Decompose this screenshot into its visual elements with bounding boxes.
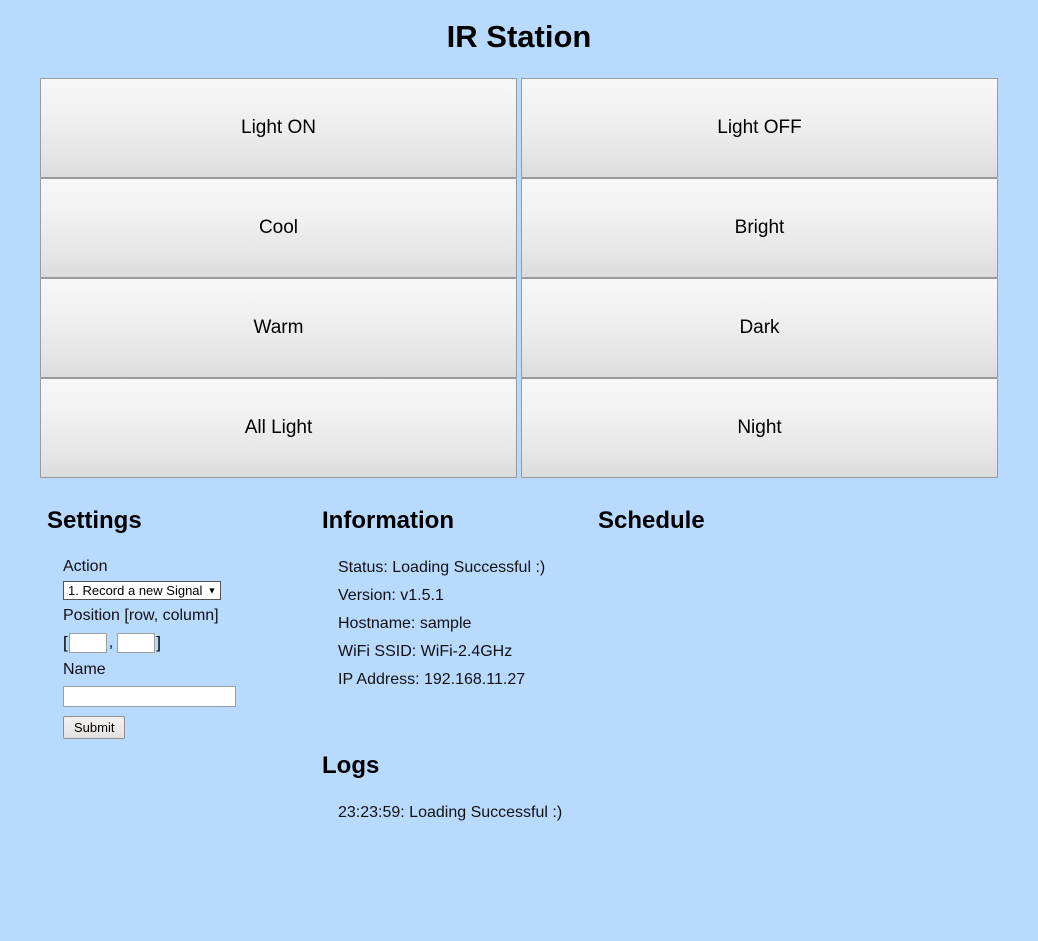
logs-list: 23:23:59: Loading Successful :) — [322, 781, 598, 827]
position-column-input[interactable] — [117, 633, 156, 653]
ir-button-light-off[interactable]: Light OFF — [521, 78, 998, 178]
ir-button-label: Warm — [253, 317, 304, 338]
page-title: IR Station — [446, 19, 592, 54]
settings-section: Settings Action 1. Record a new Signal ▼… — [47, 506, 322, 739]
info-hostname: Hostname: sample — [338, 615, 472, 632]
ir-button-light-on[interactable]: Light ON — [40, 78, 517, 178]
info-wifi-ssid: WiFi SSID: WiFi-2.4GHz — [338, 643, 513, 660]
ir-button-label: Dark — [739, 317, 780, 338]
ir-button-cool[interactable]: Cool — [40, 178, 517, 278]
action-select[interactable]: 1. Record a new Signal ▼ — [63, 581, 222, 600]
ir-button-label: Cool — [258, 217, 299, 238]
ir-button-warm[interactable]: Warm — [40, 278, 517, 378]
ir-button-label: All Light — [244, 417, 313, 438]
information-list: Status: Loading Successful :) Version: v… — [322, 536, 598, 694]
bracket-close: ] — [156, 633, 161, 652]
schedule-heading: Schedule — [598, 507, 705, 534]
position-row-input[interactable] — [68, 633, 107, 653]
ir-button-night[interactable]: Night — [521, 378, 998, 478]
information-heading: Information — [322, 507, 454, 534]
settings-heading: Settings — [47, 507, 142, 534]
submit-button[interactable]: Submit — [63, 716, 126, 739]
ir-button-label: Night — [737, 417, 782, 438]
ir-button-dark[interactable]: Dark — [521, 278, 998, 378]
info-status: Status: Loading Successful :) — [338, 559, 546, 576]
name-label: Name — [63, 661, 106, 678]
ir-button-all-light[interactable]: All Light — [40, 378, 517, 478]
position-inputs: [ , ] — [63, 631, 322, 655]
name-input[interactable] — [63, 686, 236, 707]
action-select-value: 1. Record a new Signal — [68, 583, 203, 598]
ir-button-grid: Light ON Light OFF Cool Bright Warm Dark… — [40, 78, 998, 478]
lower-columns: Settings Action 1. Record a new Signal ▼… — [0, 506, 1038, 827]
ir-button-bright[interactable]: Bright — [521, 178, 998, 278]
bracket-open: [ — [63, 633, 68, 652]
information-section: Information Status: Loading Successful :… — [322, 506, 598, 827]
action-label: Action — [63, 558, 108, 575]
settings-form: Action 1. Record a new Signal ▼ Position… — [47, 536, 322, 739]
position-label: Position [row, column] — [63, 607, 219, 624]
ir-button-label: Light ON — [241, 117, 316, 138]
ir-button-label: Bright — [734, 217, 785, 238]
position-comma: , — [108, 634, 114, 651]
chevron-down-icon: ▼ — [207, 585, 217, 595]
app-root: IR Station Light ON Light OFF Cool Brigh… — [0, 0, 1038, 941]
schedule-list — [598, 536, 998, 576]
schedule-section: Schedule — [598, 506, 998, 576]
info-ip-address: IP Address: 192.168.11.27 — [338, 671, 526, 688]
info-version: Version: v1.5.1 — [338, 587, 444, 604]
logs-section: Logs 23:23:59: Loading Successful :) — [322, 751, 598, 827]
log-entry: 23:23:59: Loading Successful :) — [338, 804, 563, 821]
ir-button-label: Light OFF — [717, 117, 802, 138]
logs-heading: Logs — [322, 752, 380, 779]
